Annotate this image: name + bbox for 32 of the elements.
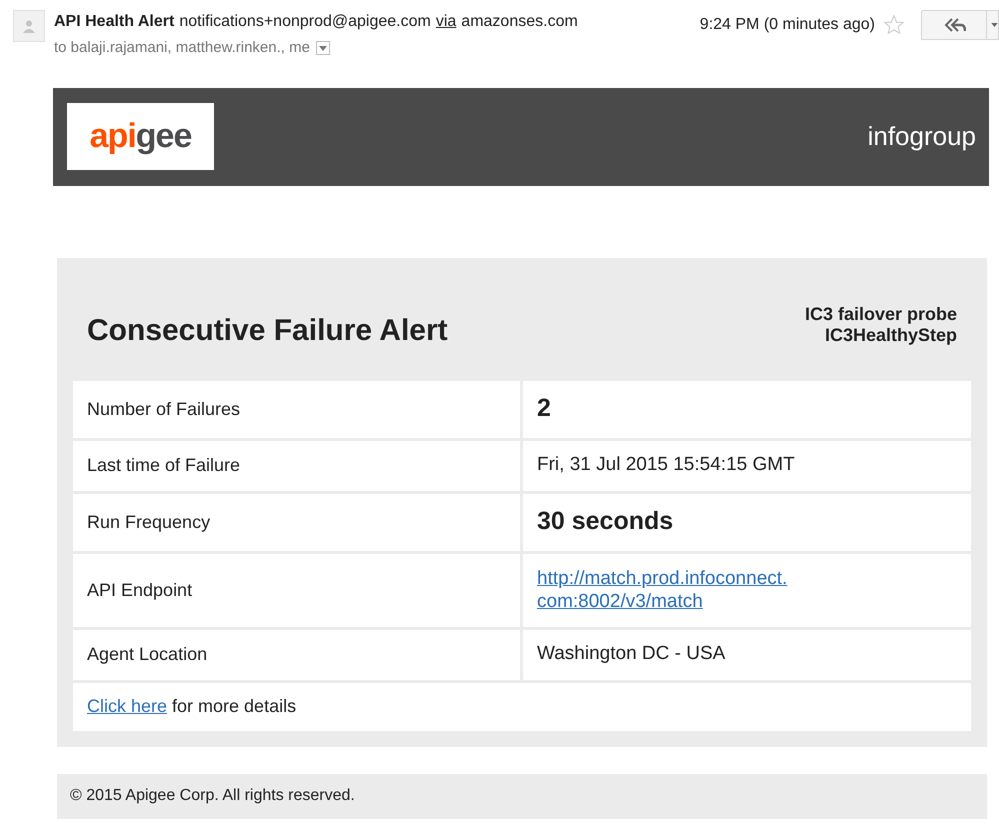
via-domain: amazonses.com	[461, 12, 578, 32]
company-name: infogroup	[868, 120, 976, 153]
avatar-icon	[13, 10, 45, 42]
alert-title: Consecutive Failure Alert	[87, 312, 448, 348]
label-cell: Agent Location	[73, 630, 520, 680]
time-text: 9:24 PM (0 minutes ago)	[700, 15, 875, 35]
caret-icon	[991, 23, 998, 27]
caret-icon	[318, 46, 327, 51]
reply-button[interactable]	[921, 10, 987, 40]
star-icon[interactable]	[883, 14, 905, 36]
value-text: 2	[537, 393, 551, 424]
recipients-text: to balaji.rajamani, matthew.rinken., me	[54, 38, 310, 58]
label-cell: API Endpoint	[73, 554, 520, 626]
value-text: Fri, 31 Jul 2015 15:54:15 GMT	[537, 453, 795, 478]
logo-wordmark-part: gee	[136, 116, 192, 157]
details-text: for more details	[172, 695, 296, 718]
sender-email: notifications+nonprod@apigee.com	[179, 12, 431, 32]
via-link[interactable]: via	[436, 10, 456, 34]
probe-name: IC3 failover probe	[804, 304, 957, 324]
copyright-text: © 2015 Apigee Corp. All rights reserved.	[70, 786, 355, 806]
value-text: Washington DC - USA	[537, 642, 726, 666]
step-name: IC3HealthyStep	[824, 324, 957, 346]
label-cell: Number of Failures	[73, 380, 520, 438]
details-link[interactable]: Click here	[87, 693, 168, 720]
details-dropdown[interactable]	[316, 41, 330, 56]
label-cell: Last time of Failure	[73, 440, 520, 490]
more-button[interactable]	[987, 10, 999, 40]
reply-all-icon	[942, 18, 966, 32]
sender-name: API Health Alert	[54, 12, 174, 32]
value-text: 30 seconds	[537, 506, 674, 538]
label-cell: Run Frequency	[73, 494, 520, 550]
logo-wordmark-part: api	[90, 116, 136, 157]
